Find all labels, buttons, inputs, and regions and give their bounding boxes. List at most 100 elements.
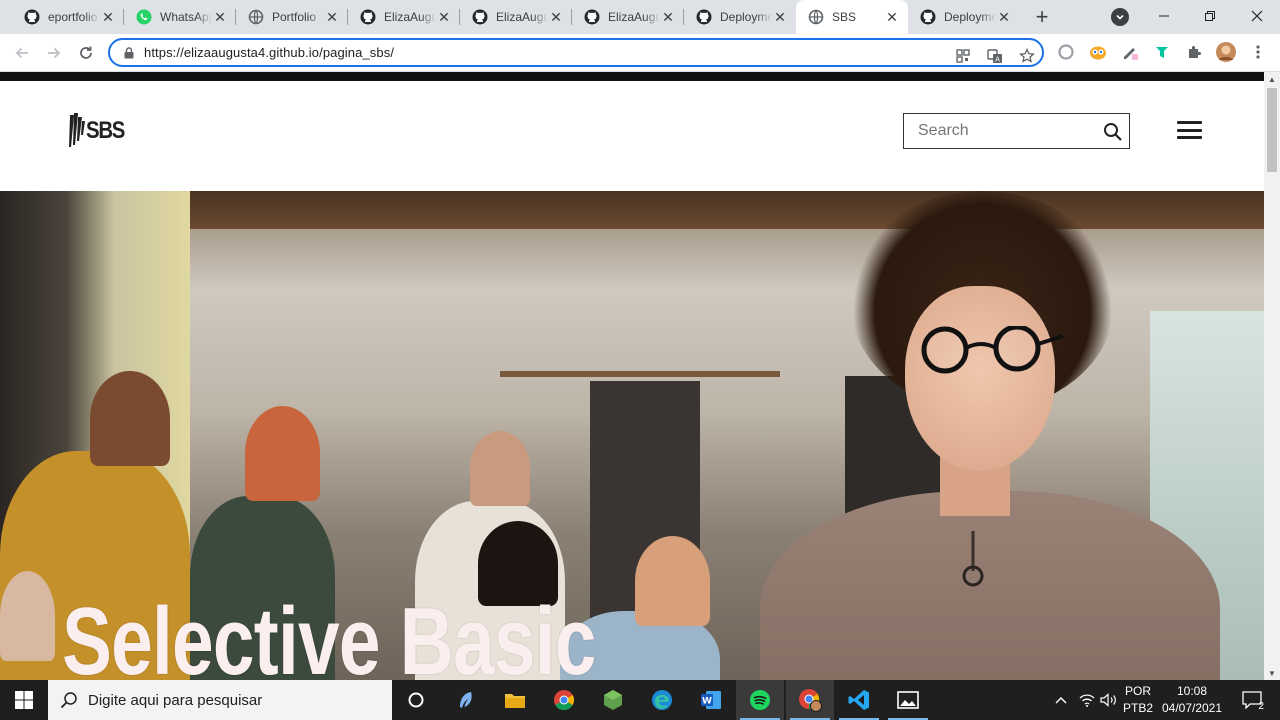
browser-tab[interactable]: eportfolio ✕ — [12, 0, 124, 34]
more-menu-icon[interactable] — [1249, 43, 1267, 61]
puzzle-icon[interactable] — [1185, 43, 1203, 61]
taskbar-app-vscode[interactable] — [835, 680, 883, 720]
language-code: POR — [1124, 684, 1151, 698]
chrome-icon — [554, 690, 575, 711]
notification-count: 2 — [1258, 701, 1264, 712]
scroll-up-arrow-icon[interactable]: ▲ — [1264, 72, 1280, 86]
browser-tab[interactable]: ElizaAugusta ✕ — [572, 0, 684, 34]
glasses-icon — [921, 326, 1064, 374]
hero-person-head — [245, 406, 320, 501]
cortana-button[interactable] — [392, 680, 440, 720]
back-button[interactable] — [8, 39, 36, 67]
network-button[interactable] — [1078, 680, 1096, 720]
notification-center-button[interactable]: 2 — [1232, 680, 1272, 720]
scroll-thumb[interactable] — [1267, 88, 1277, 172]
hero-person-head — [470, 431, 530, 506]
new-tab-button[interactable]: + — [1030, 4, 1054, 29]
whatsapp-icon — [136, 9, 152, 25]
tab-title: Deployments — [944, 10, 996, 24]
scroll-down-arrow-icon[interactable]: ▼ — [1264, 666, 1280, 680]
translate-icon[interactable]: A — [986, 47, 1004, 65]
taskbar-search-box[interactable]: Digite aqui para pesquisar — [48, 680, 392, 720]
system-clock[interactable]: 10:08 04/07/2021 — [1160, 683, 1224, 717]
hero-woman-face — [905, 286, 1055, 471]
close-window-button[interactable] — [1234, 0, 1280, 32]
qr-code-icon[interactable] — [954, 47, 972, 65]
avatar[interactable] — [1216, 42, 1236, 62]
taskbar-app-photos[interactable] — [884, 680, 932, 720]
minimize-button[interactable] — [1141, 0, 1187, 32]
taskbar-app-chrome-profile[interactable] — [786, 680, 834, 720]
page-viewport: SBS Search Selective Basic — [0, 72, 1264, 680]
bookmark-star-icon[interactable] — [1018, 47, 1036, 65]
extension-tool-icon[interactable] — [1153, 43, 1171, 61]
start-button[interactable] — [0, 680, 48, 720]
browser-tab[interactable]: Portfolio ✕ — [236, 0, 348, 34]
minimize-icon — [1159, 15, 1169, 17]
browser-tab-strip: eportfolio ✕ WhatsApp ✕ Portfolio ✕ Eliz… — [0, 0, 1280, 34]
github-icon — [360, 9, 376, 25]
close-tab-icon[interactable]: ✕ — [772, 9, 788, 25]
close-tab-icon[interactable]: ✕ — [324, 9, 340, 25]
edge-icon — [652, 690, 672, 710]
url-text: https://elizaaugusta4.github.io/pagina_s… — [144, 45, 395, 60]
hamburger-line — [1177, 136, 1202, 139]
svg-text:A: A — [995, 56, 1000, 64]
cortana-icon — [408, 692, 424, 708]
extension-color-picker-icon[interactable] — [1121, 43, 1139, 61]
hamburger-line — [1177, 128, 1202, 132]
browser-tab[interactable]: ElizaAugusta ✕ — [348, 0, 460, 34]
close-tab-icon[interactable]: ✕ — [660, 9, 676, 25]
close-tab-icon[interactable]: ✕ — [996, 9, 1012, 25]
hamburger-menu-button[interactable] — [1177, 121, 1202, 139]
browser-tab[interactable]: Deployments ✕ — [684, 0, 796, 34]
close-tab-icon[interactable]: ✕ — [436, 9, 452, 25]
page-scrollbar[interactable]: ▲ ▼ — [1264, 72, 1280, 680]
taskbar-app-edge[interactable] — [638, 680, 686, 720]
tab-search-button[interactable] — [1111, 8, 1129, 26]
volume-button[interactable] — [1099, 680, 1119, 720]
browser-tab[interactable]: Deployments ✕ — [908, 0, 1020, 34]
language-indicator[interactable]: POR PTB2 — [1120, 683, 1156, 717]
site-search — [903, 113, 1130, 149]
lock-icon[interactable] — [122, 46, 136, 60]
taskbar-search-placeholder: Digite aqui para pesquisar — [88, 691, 263, 709]
browser-tab-active[interactable]: SBS ✕ — [796, 0, 908, 34]
hero-title: Selective Basic — [62, 588, 596, 680]
arrow-right-icon — [48, 47, 61, 59]
close-tab-icon[interactable]: ✕ — [212, 9, 228, 25]
browser-tab[interactable]: ElizaAugusta ✕ — [460, 0, 572, 34]
restore-button[interactable] — [1187, 0, 1233, 32]
close-icon — [1251, 10, 1263, 22]
search-icon[interactable] — [1103, 122, 1123, 142]
hero-ceiling — [190, 191, 1264, 229]
extension-owl-icon[interactable] — [1089, 43, 1107, 61]
tab-title: ElizaAugusta — [608, 10, 660, 24]
close-tab-icon[interactable]: ✕ — [100, 9, 116, 25]
clock-time: 10:08 — [1176, 684, 1208, 698]
globe-icon — [808, 9, 824, 25]
sbs-logo[interactable]: SBS — [66, 111, 131, 151]
tab-title: ElizaAugusta — [496, 10, 548, 24]
extension-circle-icon[interactable] — [1057, 43, 1075, 61]
hero-person-head — [0, 571, 55, 661]
close-tab-icon[interactable]: ✕ — [548, 9, 564, 25]
tab-title: Deployments — [720, 10, 772, 24]
restore-icon — [1205, 11, 1215, 21]
arrow-left-icon — [15, 47, 28, 59]
show-hidden-icons-button[interactable] — [1052, 680, 1070, 720]
taskbar-app-word[interactable]: W — [687, 680, 735, 720]
address-bar[interactable]: https://elizaaugusta4.github.io/pagina_s… — [108, 38, 1044, 67]
taskbar-app-chrome[interactable] — [540, 680, 588, 720]
taskbar-app-feather[interactable] — [442, 680, 490, 720]
browser-tab[interactable]: WhatsApp ✕ — [124, 0, 236, 34]
forward-button[interactable] — [40, 39, 68, 67]
search-input[interactable] — [918, 122, 1098, 140]
folder-icon — [505, 694, 525, 708]
taskbar-app-spotify[interactable] — [736, 680, 784, 720]
taskbar-app-explorer[interactable] — [491, 680, 539, 720]
taskbar-app-nodejs[interactable] — [589, 680, 637, 720]
github-icon — [584, 9, 600, 25]
reload-button[interactable] — [72, 39, 100, 67]
close-tab-icon[interactable]: ✕ — [884, 9, 900, 25]
